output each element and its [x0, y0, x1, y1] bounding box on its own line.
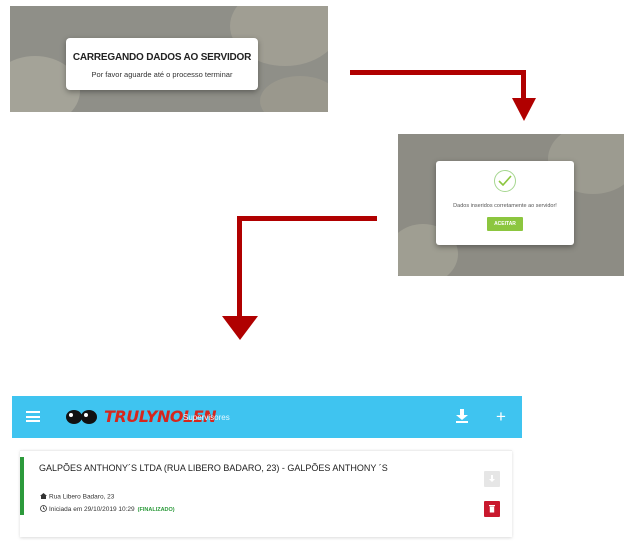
success-dialog: Dados inseridos corretamente ao servidor…	[436, 161, 574, 245]
card-title: GALPÕES ANTHONY´S LTDA (RUA LIBERO BADAR…	[39, 463, 388, 473]
address-text: Rua Libero Badaro, 23	[49, 493, 115, 501]
accept-button[interactable]: ACEITAR	[487, 217, 523, 231]
logo-bug-icon	[66, 410, 97, 424]
loading-screenshot: CARREGANDO DADOS AO SERVIDOR Por favor a…	[10, 6, 328, 112]
success-screenshot: Dados inseridos corretamente ao servidor…	[398, 134, 624, 276]
loading-dialog: CARREGANDO DADOS AO SERVIDOR Por favor a…	[66, 38, 258, 90]
menu-icon[interactable]	[26, 411, 40, 422]
app-screenshot: TRULYNOLEN Supervisores + GALPÕES ANTHON…	[12, 396, 522, 537]
status-badge: (FINALIZADO)	[137, 507, 175, 513]
status-bar	[20, 457, 24, 515]
card-date: Iniciada em 29/10/2019 10:29 (FINALIZADO)	[40, 505, 175, 513]
loading-title: CARREGANDO DADOS AO SERVIDOR	[72, 52, 252, 63]
delete-button[interactable]	[484, 501, 500, 517]
app-header: TRULYNOLEN Supervisores +	[12, 396, 522, 438]
loading-message: Por favor aguarde até o processo termina…	[91, 70, 233, 79]
flow-arrow-2	[222, 216, 377, 340]
plus-icon[interactable]: +	[496, 408, 506, 425]
download-icon[interactable]	[456, 409, 468, 423]
clock-icon	[40, 505, 47, 512]
download-button[interactable]	[484, 471, 500, 487]
check-icon	[494, 170, 516, 192]
download-icon	[489, 475, 495, 482]
card-address: Rua Libero Badaro, 23	[40, 493, 114, 501]
flow-arrow-1	[350, 70, 536, 121]
background-decoration	[260, 76, 328, 112]
home-icon	[40, 493, 47, 499]
trash-icon	[489, 505, 495, 513]
visit-card[interactable]: GALPÕES ANTHONY´S LTDA (RUA LIBERO BADAR…	[20, 450, 512, 537]
success-message: Dados inseridos corretamente ao servidor…	[453, 203, 557, 209]
app-subtitle: Supervisores	[183, 413, 230, 422]
date-text: Iniciada em 29/10/2019 10:29	[49, 506, 135, 513]
